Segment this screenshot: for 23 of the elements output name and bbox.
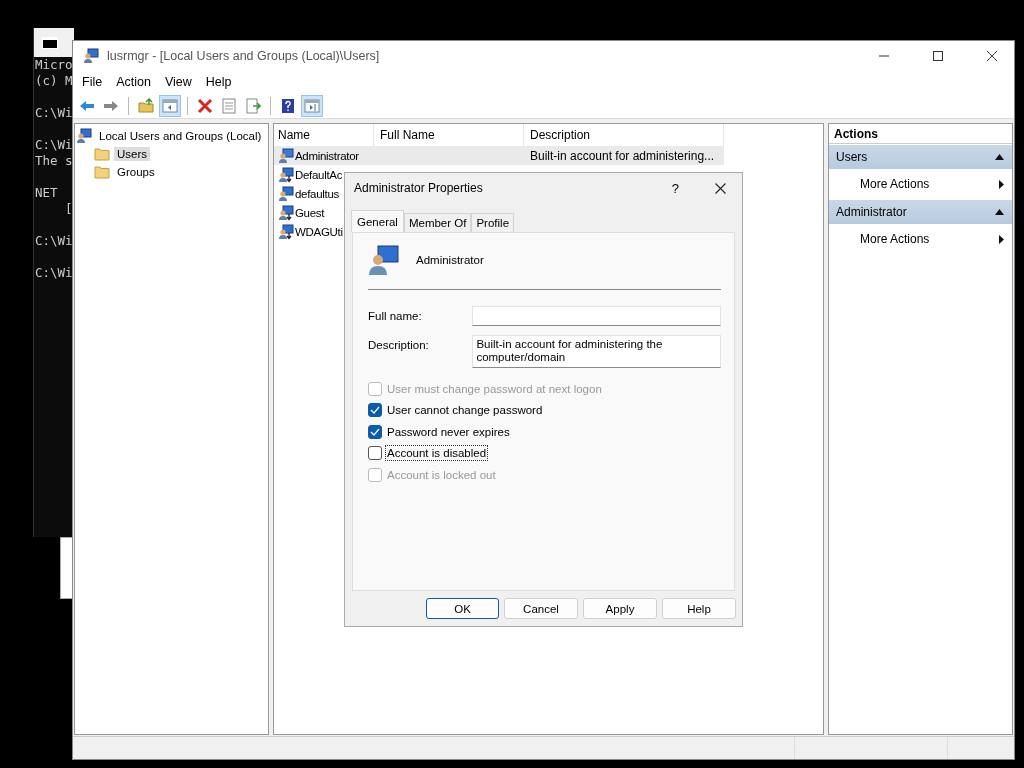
console-text: NET bbox=[34, 185, 59, 201]
field-label: Description: bbox=[368, 338, 430, 351]
user-name: Administrator bbox=[416, 254, 484, 266]
user-name: DefaultAc bbox=[294, 168, 343, 181]
user-name: Guest bbox=[294, 206, 325, 219]
user-name: WDAGUti bbox=[294, 225, 343, 238]
dialog-title: Administrator Properties bbox=[354, 181, 483, 195]
user-name: Administrator bbox=[294, 149, 359, 162]
console-text: C:\Wi bbox=[34, 265, 74, 281]
console-text: Micro bbox=[34, 57, 74, 73]
user-name: defaultus bbox=[294, 187, 339, 200]
window-title: lusrmgr - [Local Users and Groups (Local)\Users] bbox=[107, 48, 380, 63]
console-text: C:\Wi bbox=[34, 233, 74, 249]
console-text: C:\Wi bbox=[34, 137, 74, 153]
console-text: [ bbox=[64, 201, 74, 217]
console-text: The s bbox=[34, 153, 74, 169]
description-cell-text: Built-in account for administering... bbox=[528, 148, 716, 163]
section-title: Administrator bbox=[836, 205, 907, 219]
console-text: C:\Wi bbox=[34, 105, 74, 121]
actions-header: Actions bbox=[829, 124, 1012, 144]
section-title: Users bbox=[836, 150, 868, 164]
console-text: (c) M bbox=[34, 73, 74, 89]
field-label: Full name: bbox=[368, 309, 423, 322]
